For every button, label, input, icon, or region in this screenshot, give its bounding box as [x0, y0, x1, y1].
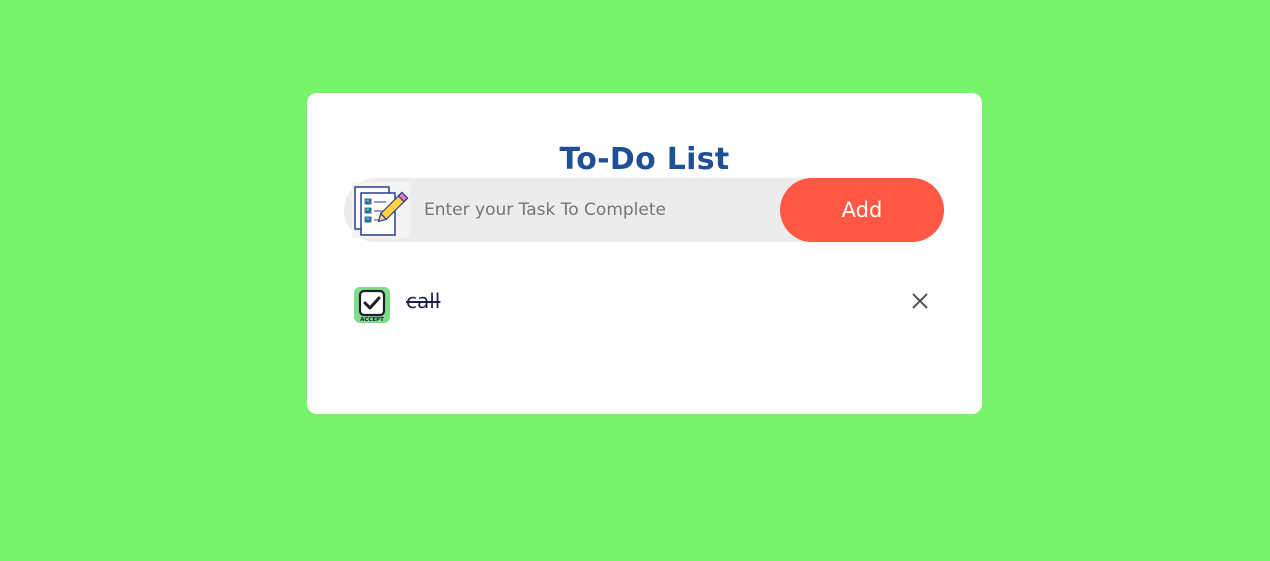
checklist-pencil-icon: [352, 182, 410, 238]
todo-card: To-Do List Add: [307, 93, 982, 414]
task-input[interactable]: [424, 192, 764, 228]
add-button[interactable]: Add: [780, 178, 944, 242]
task-list: ACCEPT call: [354, 286, 944, 323]
close-icon[interactable]: [909, 290, 931, 312]
list-item[interactable]: ACCEPT call: [354, 286, 944, 323]
accept-check-icon[interactable]: ACCEPT: [354, 287, 390, 323]
page-title: To-Do List: [559, 142, 730, 177]
task-input-row: Add: [344, 178, 944, 242]
svg-text:ACCEPT: ACCEPT: [360, 317, 384, 323]
task-text: call: [406, 289, 441, 313]
